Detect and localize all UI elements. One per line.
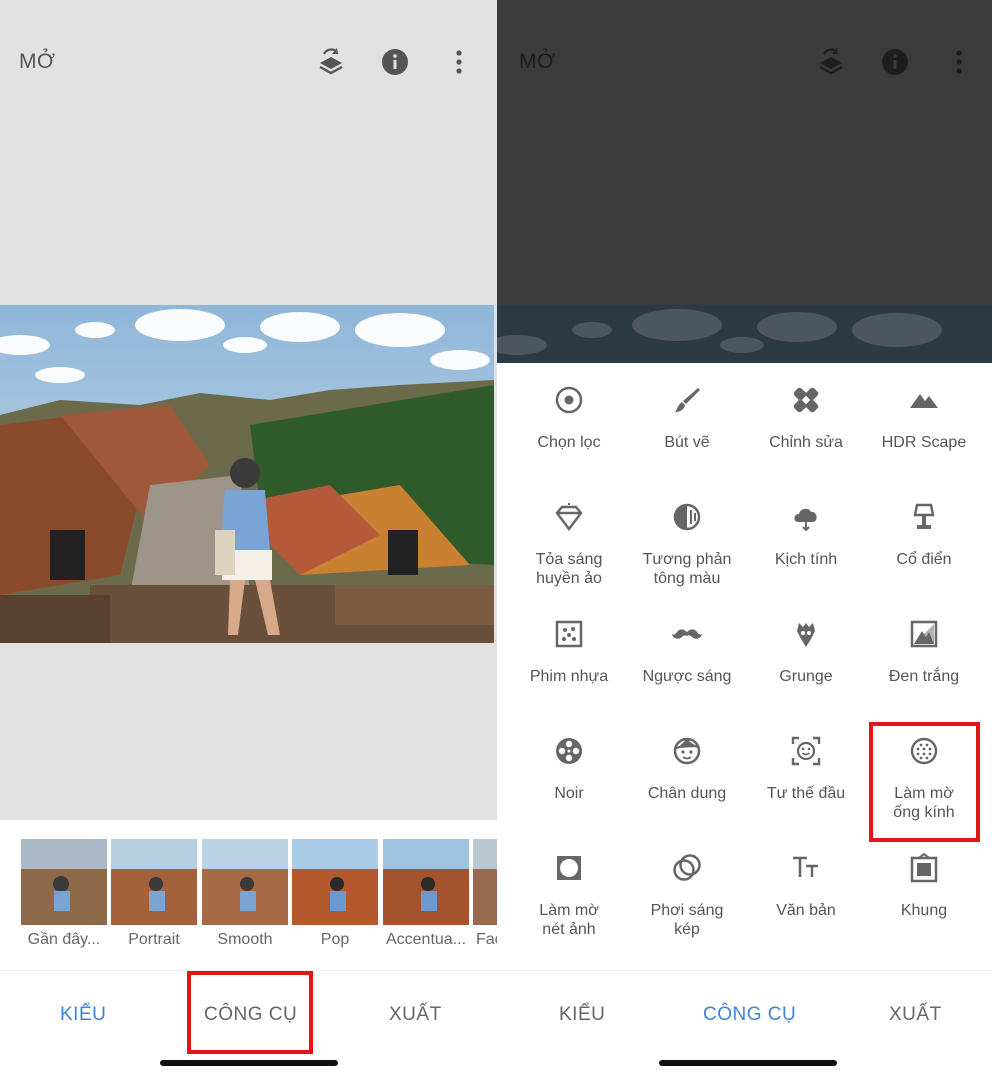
- bottom-nav: KIỂU CÔNG CỤ XUẤT: [497, 970, 992, 1078]
- style-thumb-smooth[interactable]: [202, 839, 288, 925]
- text-icon: [791, 853, 821, 883]
- tab-export[interactable]: XUẤT: [389, 1004, 442, 1026]
- style-label-pop: Pop: [320, 931, 350, 948]
- tool-text[interactable]: Văn bản: [747, 831, 865, 941]
- tool-brush[interactable]: Bút vẽ: [628, 363, 746, 473]
- style-thumb-accentuate[interactable]: [383, 839, 469, 925]
- style-label-smooth: Smooth: [217, 931, 273, 948]
- tab-tools[interactable]: CÔNG CỤ: [703, 1004, 796, 1026]
- lens-blur-highlight: [869, 722, 980, 842]
- info-icon[interactable]: [377, 44, 413, 80]
- layers-undo-icon[interactable]: [813, 44, 849, 80]
- healing-icon: [791, 385, 821, 415]
- top-bar: MỞ: [0, 0, 497, 125]
- tool-selective[interactable]: Chọn lọc: [510, 363, 628, 473]
- tool-frames[interactable]: Khung: [865, 831, 983, 941]
- grainy-film-icon: [554, 619, 584, 649]
- tab-styles[interactable]: KIỂU: [60, 1004, 106, 1026]
- frame-icon: [909, 852, 939, 883]
- double-exposure-icon: [672, 853, 702, 883]
- tool-drama[interactable]: Kịch tính: [747, 480, 865, 590]
- tool-double-exposure[interactable]: Phơi sáng kép: [628, 831, 746, 941]
- drama-cloud-icon: [791, 502, 821, 532]
- open-button[interactable]: MỞ: [519, 50, 556, 74]
- styles-strip: Gần đây... Portrait Smooth Pop Accentua.…: [0, 820, 497, 970]
- style-thumb-recent[interactable]: [21, 839, 107, 925]
- tool-vintage[interactable]: Cổ điển: [865, 480, 983, 590]
- diamond-icon: [554, 502, 584, 532]
- tab-styles[interactable]: KIỂU: [559, 1004, 605, 1026]
- style-label-portrait: Portrait: [128, 931, 180, 948]
- tool-grainy-film[interactable]: Phim nhựa: [510, 597, 628, 707]
- mountain-icon: [909, 385, 939, 415]
- dimmed-background: MỞ: [497, 0, 992, 363]
- open-button[interactable]: MỞ: [19, 50, 56, 74]
- style-thumb-faded[interactable]: [473, 839, 497, 925]
- lamp-icon: [909, 502, 939, 532]
- style-thumb-portrait[interactable]: [111, 839, 197, 925]
- film-reel-icon: [554, 736, 584, 766]
- layers-undo-icon[interactable]: [313, 44, 349, 80]
- tool-black-white[interactable]: Đen trắng: [865, 597, 983, 707]
- tool-healing[interactable]: Chỉnh sửa: [747, 363, 865, 473]
- tool-head-pose[interactable]: Tư thế đầu: [747, 714, 865, 824]
- tool-tonal-contrast[interactable]: Tương phản tông màu: [628, 480, 746, 590]
- more-menu-icon[interactable]: [441, 44, 477, 80]
- brush-icon: [672, 385, 702, 415]
- tab-export[interactable]: XUẤT: [889, 1004, 942, 1026]
- style-label-recent: Gần đây...: [27, 931, 101, 948]
- info-icon[interactable]: [877, 44, 913, 80]
- dimmed-photo-preview: [497, 305, 992, 363]
- home-indicator: [659, 1060, 837, 1066]
- tool-vignette[interactable]: Làm mờ nét ảnh: [510, 831, 628, 941]
- black-white-icon: [909, 619, 939, 649]
- mustache-icon: [672, 619, 702, 649]
- editor-screen-left: MỞ Gần đây... Portrait Smooth Pop Accent…: [0, 0, 497, 1078]
- tonal-contrast-icon: [672, 502, 702, 532]
- tool-noir[interactable]: Noir: [510, 714, 628, 824]
- style-label-accentuate: Accentua...: [385, 931, 467, 948]
- home-indicator: [159, 1060, 338, 1066]
- tool-retrolux[interactable]: Ngược sáng: [628, 597, 746, 707]
- vignette-icon: [554, 853, 584, 883]
- more-menu-icon[interactable]: [941, 44, 977, 80]
- face-icon: [672, 736, 702, 766]
- grunge-icon: [791, 619, 821, 649]
- tool-hdr-scape[interactable]: HDR Scape: [865, 363, 983, 473]
- tools-tab-highlight: [187, 971, 313, 1054]
- head-pose-icon: [791, 736, 821, 766]
- editor-screen-right: MỞ Chọn lọc Bút vẽ Chỉnh sửa HDR Scape T…: [497, 0, 992, 1078]
- tool-portrait[interactable]: Chân dung: [628, 714, 746, 824]
- tools-grid: Chọn lọc Bút vẽ Chỉnh sửa HDR Scape Tỏa …: [497, 363, 992, 970]
- style-thumb-pop[interactable]: [292, 839, 378, 925]
- tool-glamour-glow[interactable]: Tỏa sáng huyền ảo: [510, 480, 628, 590]
- style-label-faded: Fac: [476, 931, 497, 948]
- tool-grunge[interactable]: Grunge: [747, 597, 865, 707]
- selective-icon: [554, 385, 584, 415]
- edited-photo: [0, 305, 494, 643]
